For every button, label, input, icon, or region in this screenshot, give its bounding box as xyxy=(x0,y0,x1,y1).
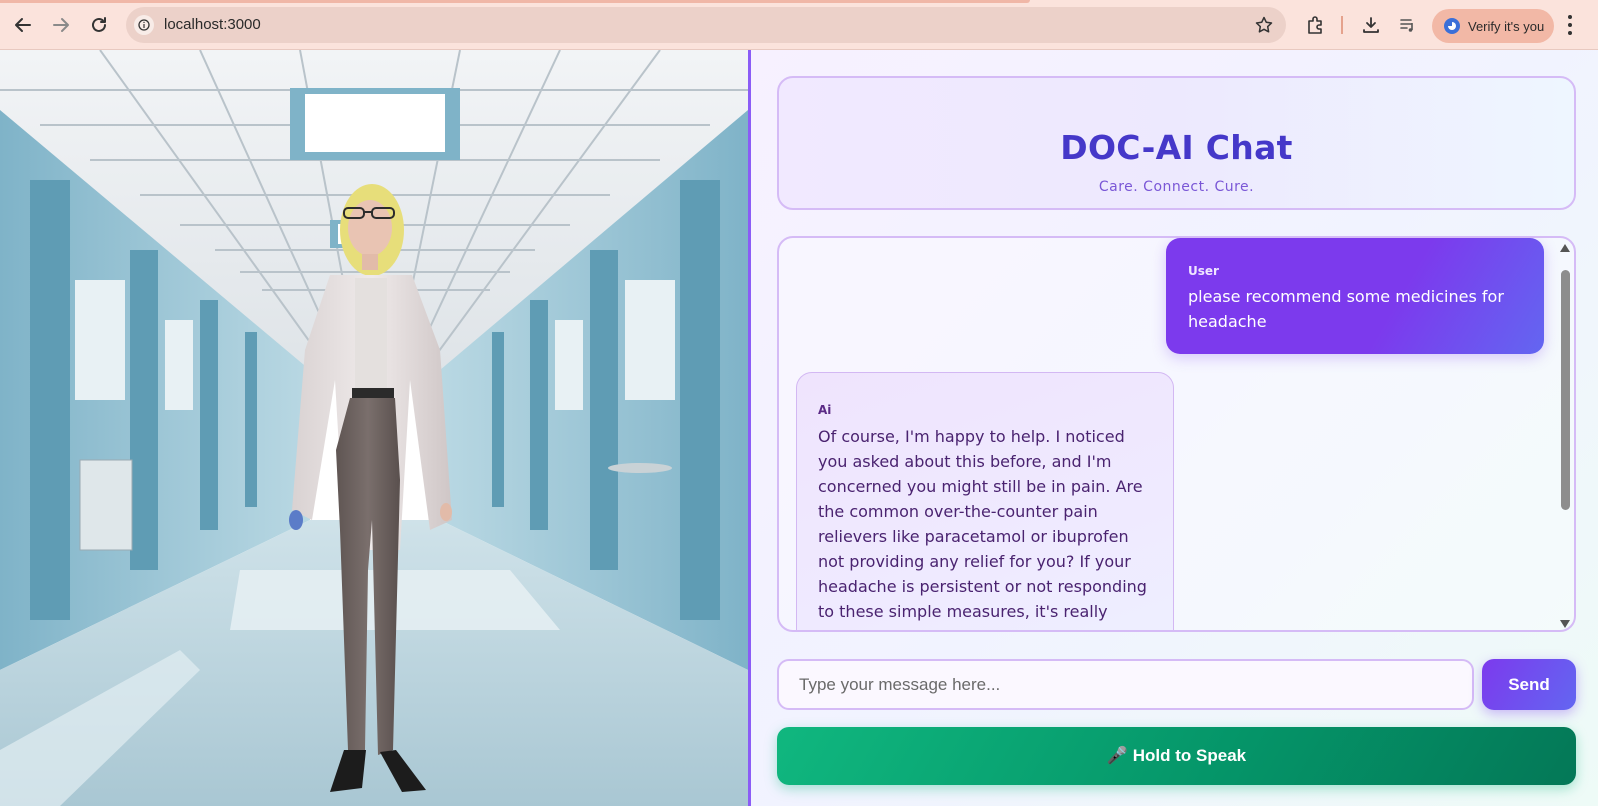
message-role-label: Ai xyxy=(818,403,832,417)
more-menu-icon[interactable] xyxy=(1567,15,1573,35)
verify-label: Verify it's you xyxy=(1468,18,1545,34)
send-button[interactable]: Send xyxy=(1482,659,1576,710)
user-message: User please recommend some medicines for… xyxy=(1166,238,1544,354)
address-bar[interactable]: localhost:3000 xyxy=(126,7,1286,43)
media-playlist-icon[interactable] xyxy=(1396,13,1420,37)
extensions-icon[interactable] xyxy=(1304,13,1328,37)
app-tagline: Care. Connect. Cure. xyxy=(1098,179,1255,195)
message-list[interactable]: User please recommend some medicines for… xyxy=(777,236,1576,632)
message-input[interactable] xyxy=(777,659,1474,710)
active-tab-strip xyxy=(0,0,1030,3)
verify-profile-button[interactable]: Verify it's you xyxy=(1432,9,1554,43)
browser-toolbar: localhost:3000 Verify it's you xyxy=(0,0,1598,50)
scroll-up-arrow-icon[interactable] xyxy=(1560,244,1570,252)
avatar-scene[interactable] xyxy=(0,50,748,806)
hold-to-speak-label: 🎤 Hold to Speak xyxy=(1106,746,1247,765)
back-arrow-icon[interactable] xyxy=(10,12,36,38)
message-text: Of course, I'm happy to help. I noticed … xyxy=(818,427,1152,630)
hold-to-speak-button[interactable]: 🎤 Hold to Speak xyxy=(777,727,1576,785)
scroll-thumb[interactable] xyxy=(1561,270,1570,510)
forward-arrow-icon[interactable] xyxy=(48,12,74,38)
profile-icon xyxy=(1444,18,1460,34)
reload-icon[interactable] xyxy=(86,12,112,38)
hospital-corridor-image xyxy=(0,50,748,806)
chat-header: DOC-AI Chat Care. Connect. Cure. xyxy=(777,76,1576,210)
message-text: please recommend some medicines for head… xyxy=(1188,287,1504,331)
message-role-label: User xyxy=(1188,264,1219,278)
app-title: DOC-AI Chat xyxy=(1060,128,1293,167)
url-text[interactable]: localhost:3000 xyxy=(164,16,261,33)
toolbar-separator xyxy=(1341,16,1343,34)
site-info-icon[interactable] xyxy=(134,15,154,35)
chat-scrollbar[interactable] xyxy=(1558,242,1572,628)
download-icon[interactable] xyxy=(1359,13,1383,37)
scroll-down-arrow-icon[interactable] xyxy=(1560,620,1570,628)
chat-panel: DOC-AI Chat Care. Connect. Cure. User pl… xyxy=(751,50,1598,806)
bookmark-star-icon[interactable] xyxy=(1254,15,1274,35)
ai-message: Ai Of course, I'm happy to help. I notic… xyxy=(796,372,1174,630)
